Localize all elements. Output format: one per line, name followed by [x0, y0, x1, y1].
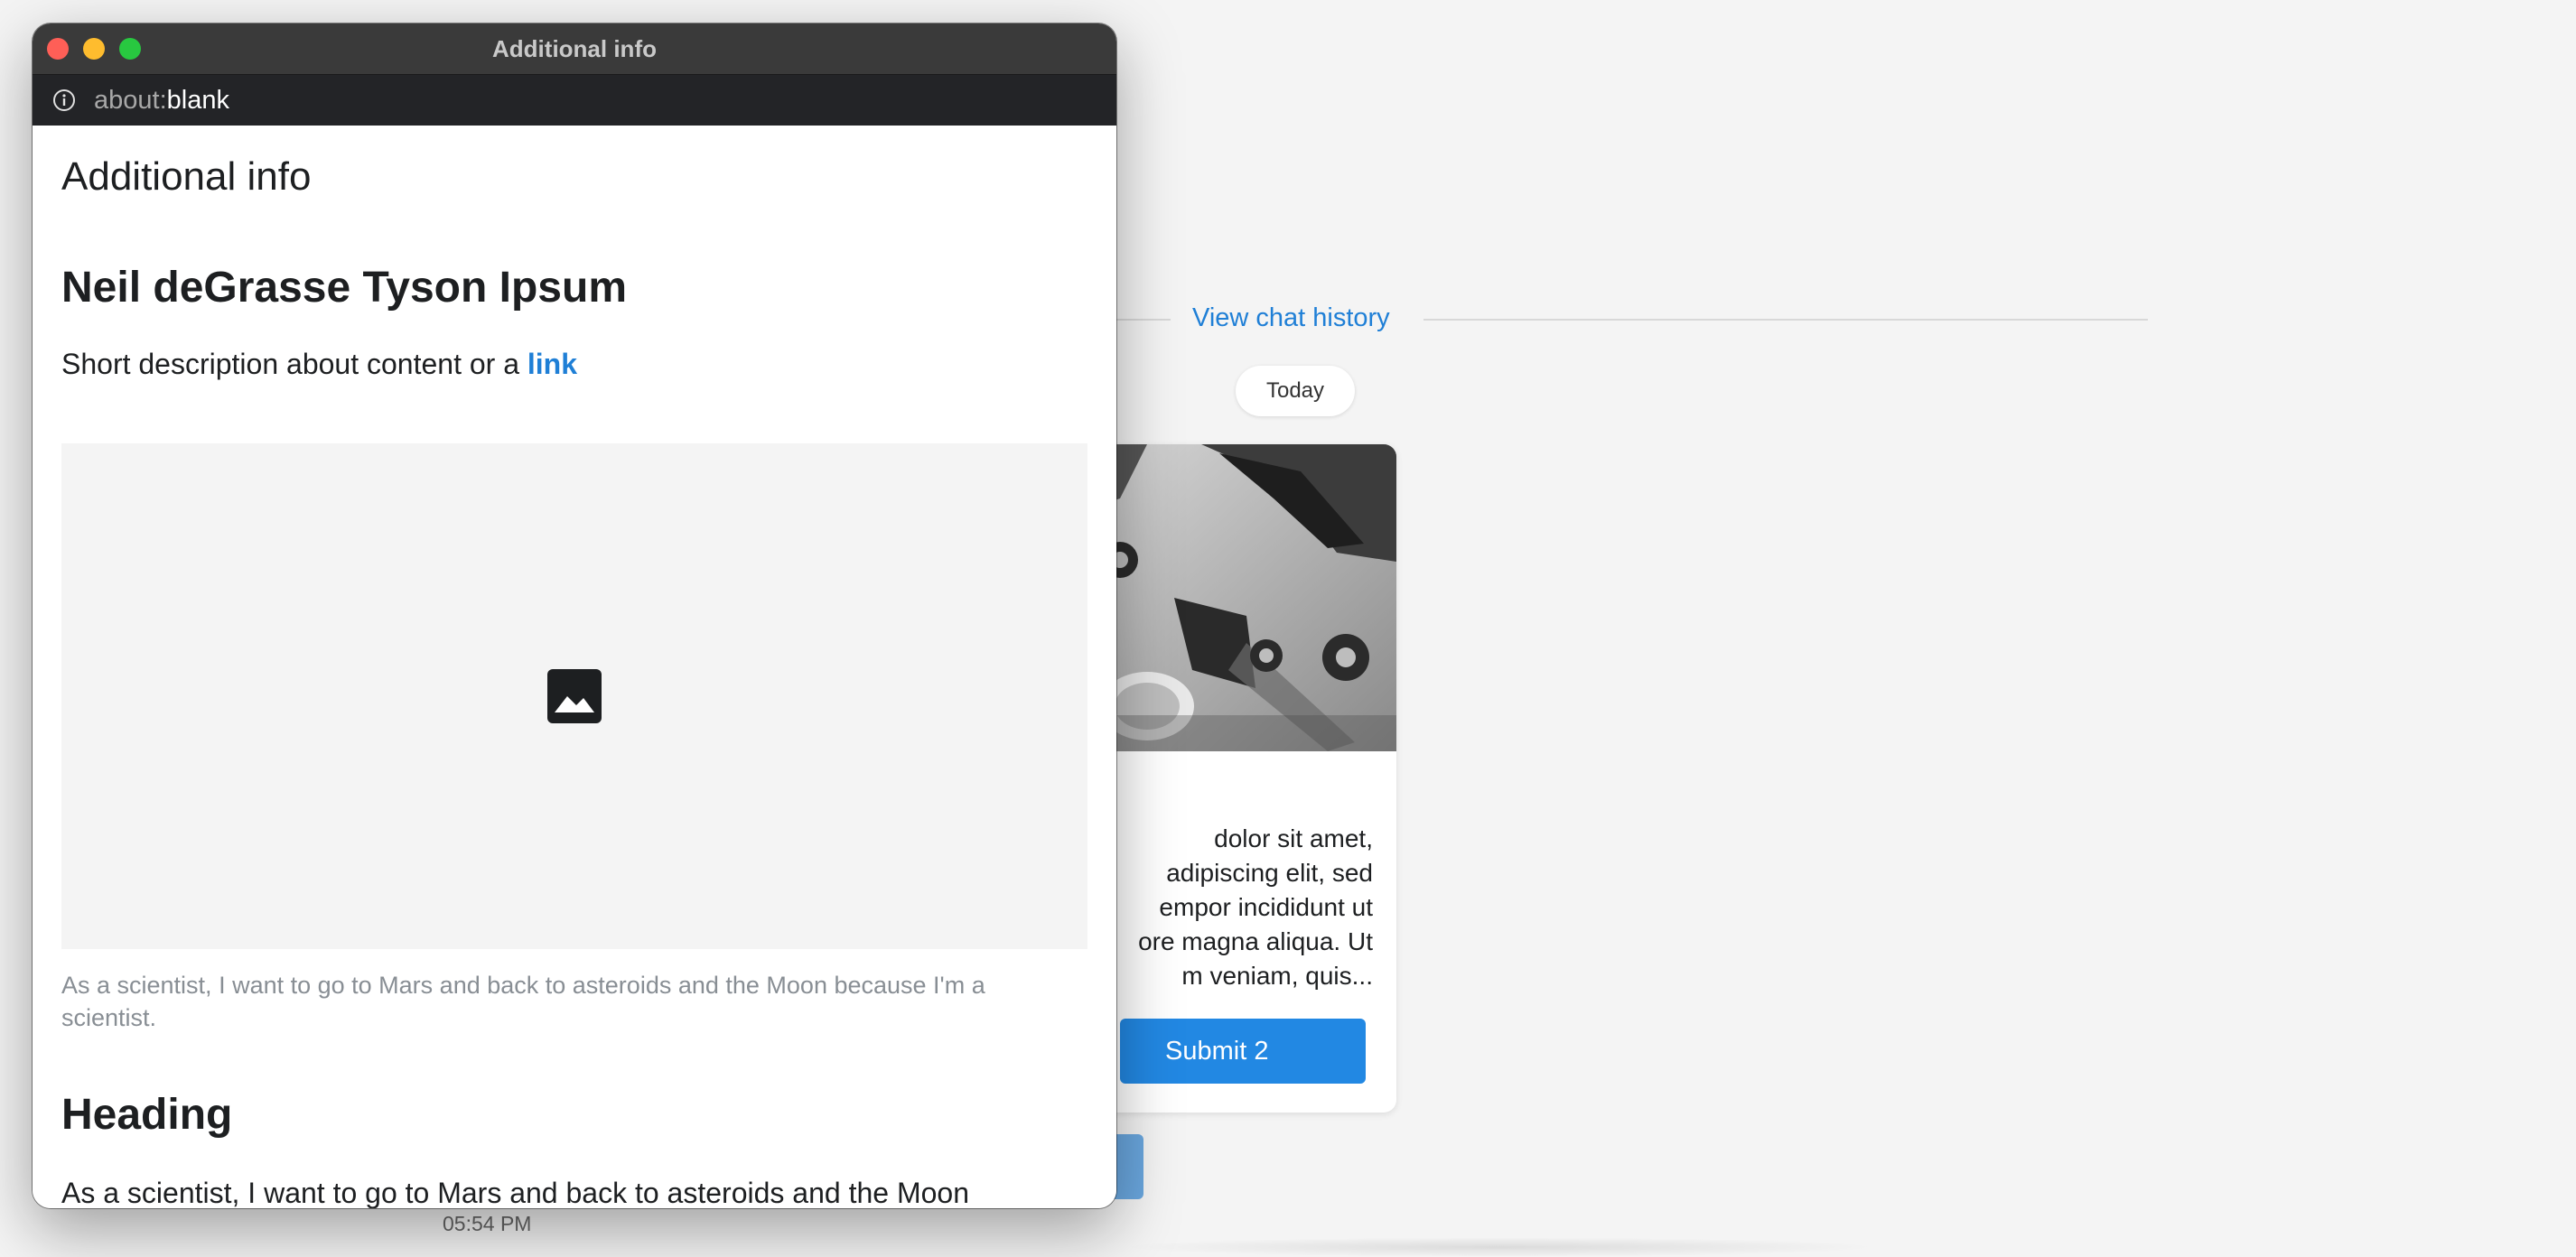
- url-scheme: about:: [94, 86, 167, 115]
- image-caption: As a scientist, I want to go to Mars and…: [61, 972, 985, 1031]
- description-link[interactable]: link: [527, 348, 577, 380]
- short-description: Short description about content or a lin…: [61, 348, 577, 381]
- content-heading: Neil deGrasse Tyson Ipsum: [61, 264, 627, 312]
- input-shadow: [1120, 1237, 1879, 1257]
- popup-content: Additional info Neil deGrasse Tyson Ipsu…: [33, 126, 1116, 1208]
- history-divider-right: [1423, 319, 2148, 321]
- section-heading: Heading: [61, 1091, 233, 1139]
- message-timestamp: 05:54 PM: [443, 1212, 532, 1235]
- window-title: Additional info: [492, 35, 657, 62]
- url-host: blank: [166, 86, 229, 115]
- info-icon[interactable]: [52, 88, 76, 112]
- description-text: Short description about content or a: [61, 348, 527, 380]
- submit-2-button[interactable]: Submit 2: [1120, 1019, 1366, 1084]
- submit-2-label: Submit 2: [1165, 1036, 1269, 1066]
- url-text[interactable]: about:blank: [94, 75, 229, 126]
- history-divider-left: [1116, 319, 1171, 321]
- body-paragraph: As a scientist, I want to go to Mars and…: [61, 1177, 969, 1208]
- page-title: Additional info: [61, 154, 312, 199]
- window-titlebar[interactable]: Additional info: [33, 23, 1116, 75]
- date-pill: Today: [1236, 366, 1355, 416]
- view-chat-history-link[interactable]: View chat history: [1192, 303, 1390, 333]
- url-bar[interactable]: about:blank: [33, 75, 1116, 126]
- image-icon: [547, 669, 602, 723]
- image-placeholder: [61, 443, 1087, 949]
- popup-window: Additional info about:blank Additional i…: [33, 23, 1116, 1208]
